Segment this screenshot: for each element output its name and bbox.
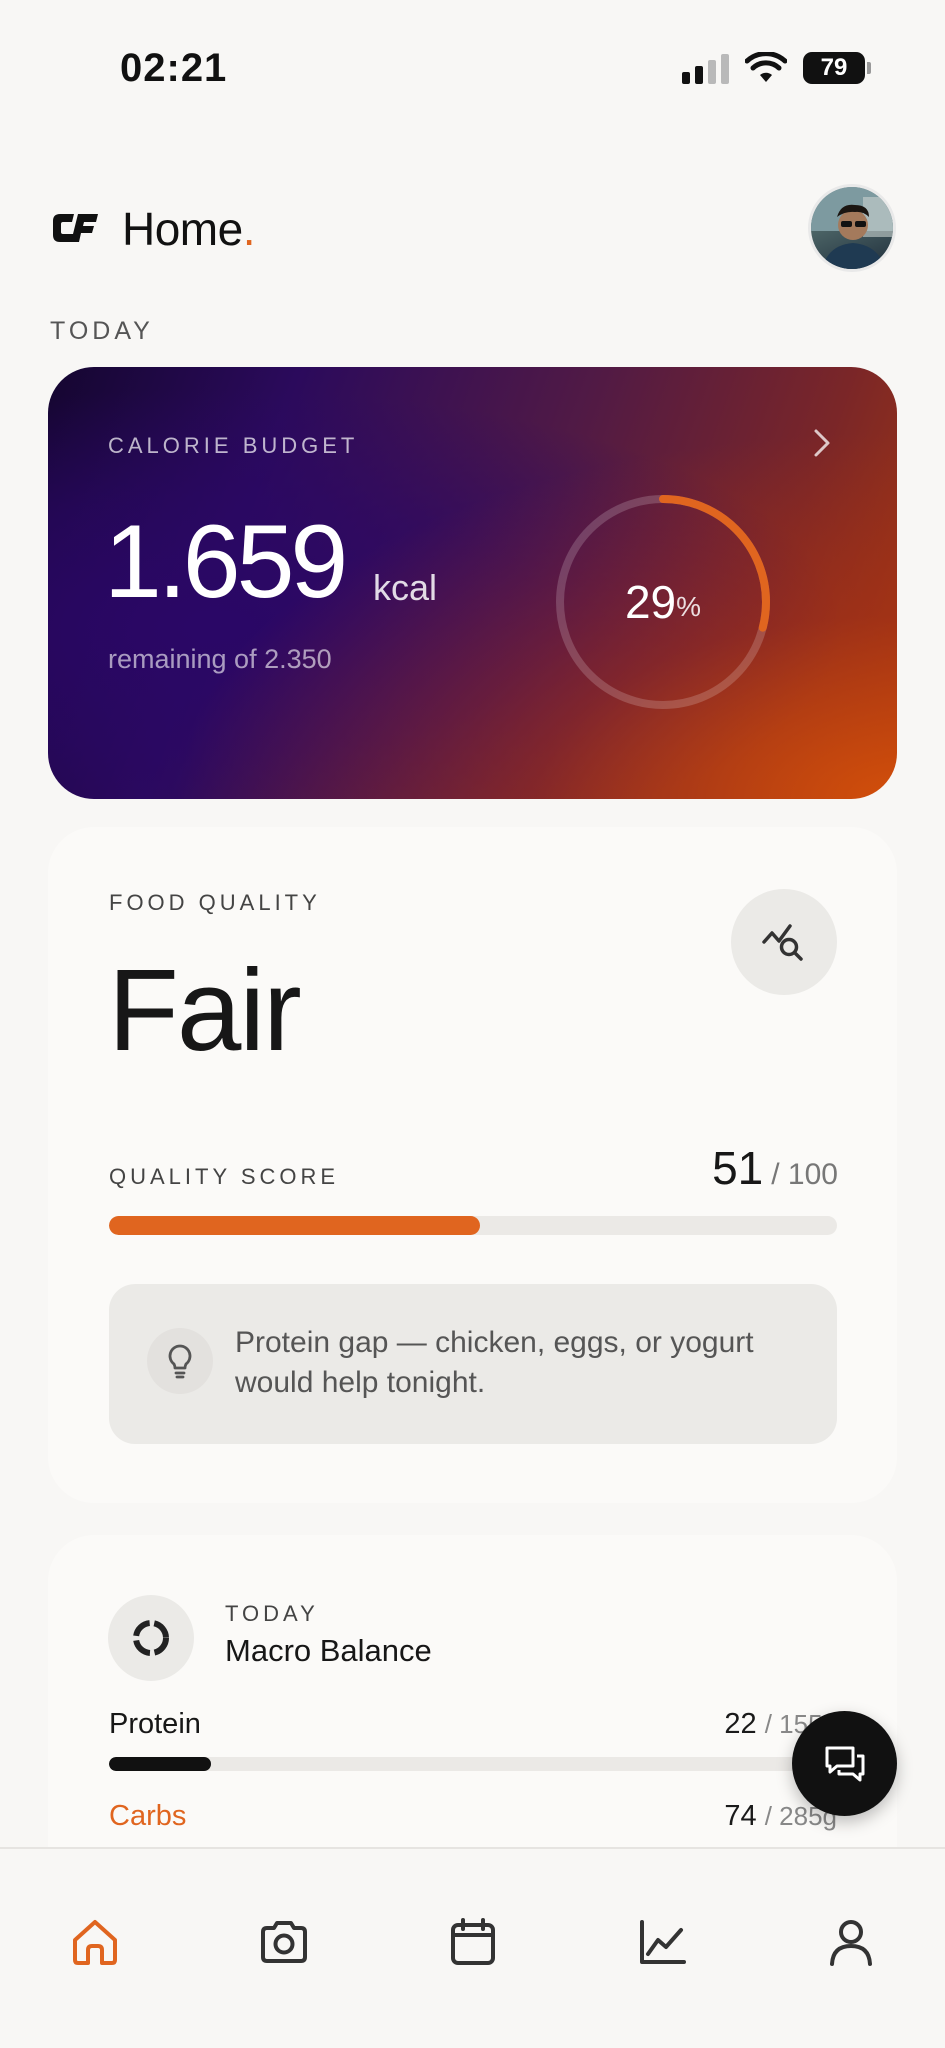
quality-score-label: QUALITY SCORE (109, 1164, 340, 1189)
calendar-icon (451, 1918, 495, 1965)
battery-level: 79 (820, 54, 848, 81)
battery-icon: 79 (803, 52, 871, 84)
macro-carbs-label: Carbs (109, 1800, 187, 1832)
calories-unit: kcal (373, 567, 438, 608)
quality-score-max: / 100 (771, 1158, 838, 1191)
macro-protein-fill (109, 1757, 211, 1771)
quality-score-bar (109, 1216, 837, 1235)
app-logo-icon (53, 214, 98, 242)
chat-button[interactable] (792, 1711, 897, 1816)
status-bar: 02:21 79 (0, 0, 945, 140)
calorie-percent: 29% (624, 576, 702, 628)
calories-remaining-value: 1.659 (104, 504, 348, 620)
app-header: Home. (50, 180, 896, 276)
macro-icon-container (108, 1595, 194, 1681)
status-time: 02:21 (120, 46, 228, 90)
chart-search-icon (762, 924, 803, 961)
camera-icon (261, 1921, 307, 1963)
lightbulb-icon (168, 1344, 192, 1379)
chevron-right-icon[interactable] (811, 425, 833, 461)
tab-home[interactable] (60, 1907, 130, 1977)
tab-profile[interactable] (816, 1907, 886, 1977)
calorie-budget-label: CALORIE BUDGET (108, 433, 359, 458)
wifi-icon (745, 52, 787, 82)
profile-avatar[interactable] (808, 184, 896, 272)
chat-bubbles-icon (825, 1746, 864, 1781)
calories-remaining-subtitle: remaining of 2.350 (108, 644, 332, 674)
macro-title: Macro Balance (225, 1633, 432, 1668)
calorie-budget-card[interactable]: CALORIE BUDGET 1.659 kcal remaining of 2… (48, 367, 897, 799)
avatar-photo (811, 187, 893, 269)
macro-protein-bar (109, 1757, 837, 1771)
page-title: Home. (122, 203, 256, 255)
quality-score-number: 51 (712, 1142, 764, 1194)
tab-calendar[interactable] (438, 1907, 508, 1977)
food-quality-label: FOOD QUALITY (109, 890, 321, 915)
food-quality-card: FOOD QUALITY Fair QUALITY SCORE 51 / 100… (48, 827, 897, 1503)
quality-score-value: 51 / 100 (712, 1141, 838, 1195)
tab-camera[interactable] (249, 1907, 319, 1977)
section-label-today: TODAY (50, 317, 154, 345)
donut-chart-icon (133, 1620, 169, 1656)
quality-score-fill (109, 1216, 481, 1235)
home-icon (73, 1920, 117, 1965)
tip-icon-container (147, 1328, 213, 1394)
tip-text: Protein gap — chicken, eggs, or yogurt w… (235, 1326, 754, 1399)
status-icons: 79 (682, 52, 871, 84)
line-chart-icon (640, 1920, 686, 1964)
cellular-signal-icon (682, 52, 729, 84)
profile-icon (830, 1920, 872, 1966)
bottom-tab-bar (0, 1847, 945, 2048)
macro-eyebrow: TODAY (225, 1601, 319, 1626)
macro-protein-label: Protein (109, 1708, 201, 1740)
tab-trends[interactable] (627, 1907, 697, 1977)
tip-box: Protein gap — chicken, eggs, or yogurt w… (109, 1284, 837, 1444)
quality-insights-button[interactable] (731, 889, 837, 995)
food-quality-rating: Fair (108, 945, 302, 1075)
